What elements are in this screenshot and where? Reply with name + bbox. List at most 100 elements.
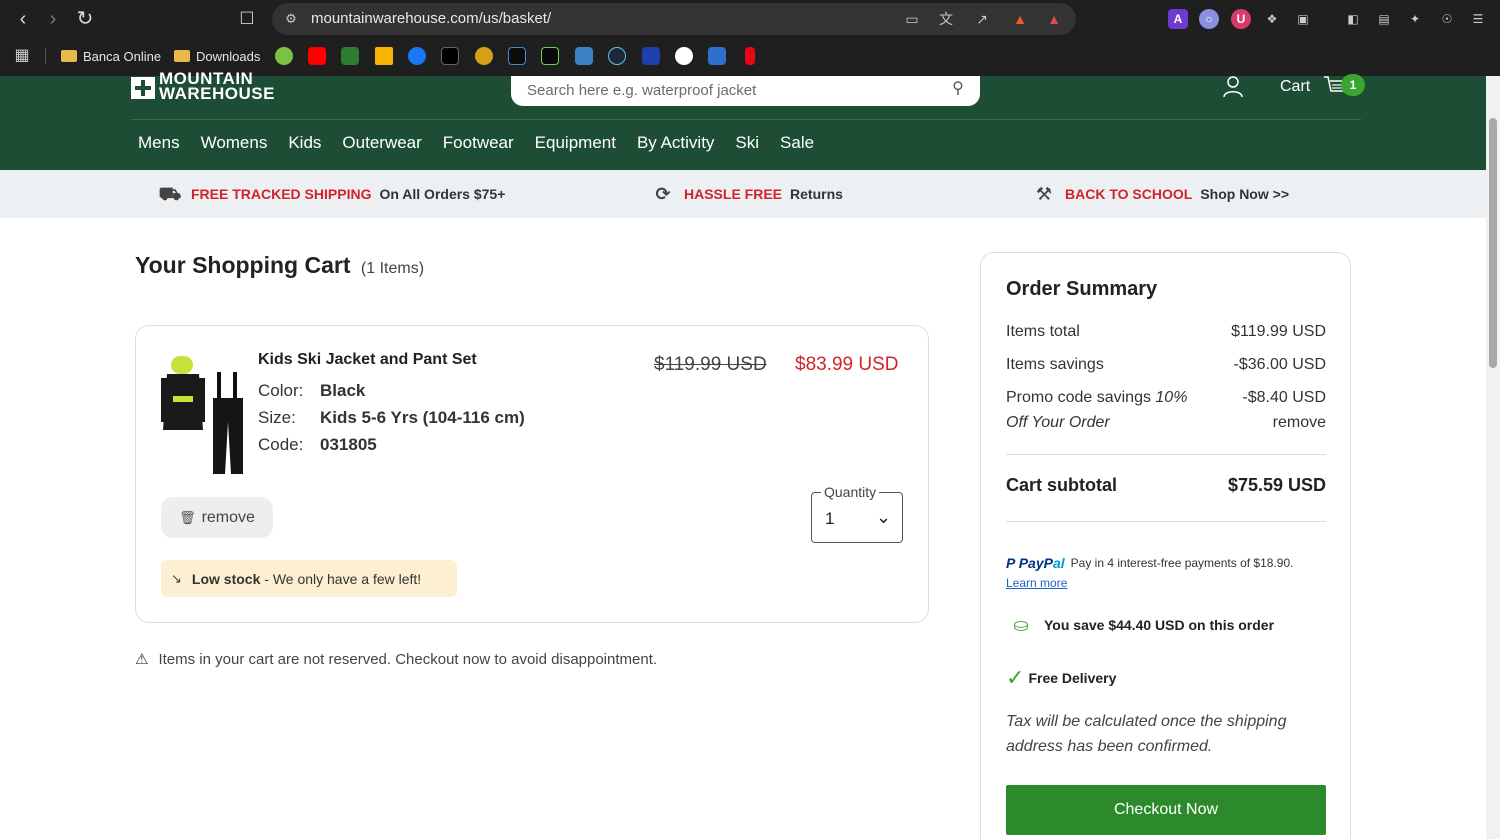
apps-icon[interactable]: ▦ xyxy=(12,46,32,66)
bookmark-favicon[interactable] xyxy=(642,47,660,65)
bookmark-favicon[interactable] xyxy=(275,47,293,65)
steam-icon[interactable] xyxy=(608,47,626,65)
extension-u-icon[interactable]: U xyxy=(1231,9,1251,29)
chevron-down-icon: ⌄ xyxy=(876,507,892,527)
promo-text: Shop Now >> xyxy=(1200,186,1289,202)
subtotal-row: Cart subtotal $75.59 USD xyxy=(1006,475,1326,496)
warning-icon: ⚠ xyxy=(135,651,149,668)
brave-shield-icon[interactable]: ▲ xyxy=(1010,9,1030,29)
translate-icon[interactable]: 文 xyxy=(936,9,956,29)
page-scrollbar[interactable] xyxy=(1486,76,1500,839)
checkmark-icon: ✓ xyxy=(1006,665,1025,690)
bookmark-icon[interactable]: ☐ xyxy=(236,8,258,30)
site-logo[interactable]: MOUNTAIN WAREHOUSE xyxy=(131,70,283,102)
delivery-text: Free Delivery xyxy=(1028,670,1117,686)
free-delivery: ✓ Free Delivery xyxy=(1006,665,1116,691)
nav-item-by-activity[interactable]: By Activity xyxy=(637,133,714,153)
bookmark-folder-banca[interactable]: Banca Online xyxy=(61,45,161,67)
subtotal-label: Cart subtotal xyxy=(1006,475,1118,495)
bookmark-favicon[interactable] xyxy=(708,47,726,65)
extensions-puzzle-icon[interactable]: ❖ xyxy=(1262,9,1282,29)
items-total-value: $119.99 USD xyxy=(1231,323,1326,340)
nav-item-sale[interactable]: Sale xyxy=(780,133,814,153)
checkout-button[interactable]: Checkout Now xyxy=(1006,785,1326,835)
wallet-icon[interactable]: ▤ xyxy=(1374,9,1394,29)
promo-savings-row: Promo code savings 10% Off Your Order -$… xyxy=(1006,389,1326,439)
bookmark-favicon[interactable] xyxy=(341,47,359,65)
promo-bar: ⛟ FREE TRACKED SHIPPING On All Orders $7… xyxy=(0,170,1486,218)
nav-item-equipment[interactable]: Equipment xyxy=(535,133,616,153)
account-icon[interactable] xyxy=(1222,76,1244,98)
product-code: Code: 031805 xyxy=(258,435,377,455)
extension-circle-icon[interactable]: ○ xyxy=(1199,9,1219,29)
search-input[interactable] xyxy=(527,77,937,103)
quantity-select[interactable]: Quantity 1 ⌄ xyxy=(811,484,903,543)
facebook-icon[interactable] xyxy=(408,47,426,65)
product-name[interactable]: Kids Ski Jacket and Pant Set xyxy=(258,351,477,369)
order-summary: Order Summary Items total $119.99 USD It… xyxy=(980,252,1351,839)
quantity-label: Quantity xyxy=(821,484,880,500)
remove-item-button[interactable]: 🗑 remove xyxy=(161,497,273,538)
savings-text: You save $44.40 USD on this order xyxy=(1044,617,1275,633)
menu-icon[interactable]: ☰ xyxy=(1468,9,1488,29)
extension-search-icon[interactable]: ▣ xyxy=(1293,9,1313,29)
share-icon[interactable]: ↗ xyxy=(972,9,992,29)
cast-icon[interactable]: ▭ xyxy=(902,9,922,29)
site-info-icon[interactable]: ⚙ xyxy=(282,10,300,28)
drive-icon[interactable] xyxy=(375,47,393,65)
promo-highlight: FREE TRACKED SHIPPING xyxy=(191,186,372,202)
nav-item-kids[interactable]: Kids xyxy=(288,133,321,153)
product-color: Color: Black xyxy=(258,381,365,401)
extension-a-icon[interactable]: A xyxy=(1168,9,1188,29)
product-image[interactable] xyxy=(161,352,245,476)
back-icon[interactable]: ‹ xyxy=(11,7,35,31)
promo-remove-link[interactable]: remove xyxy=(1273,414,1326,432)
netflix-icon[interactable] xyxy=(745,47,755,65)
bookmark-folder-downloads[interactable]: Downloads xyxy=(174,45,260,67)
cart-label: Cart xyxy=(1280,78,1311,95)
forward-icon[interactable]: › xyxy=(41,7,65,31)
color-value: Black xyxy=(320,381,366,400)
paypal-text: Pay in 4 interest-free payments of $18.9… xyxy=(1070,556,1294,570)
nav-item-footwear[interactable]: Footwear xyxy=(443,133,514,153)
items-savings-row: Items savings -$36.00 USD xyxy=(1006,356,1326,374)
color-label: Color: xyxy=(258,381,304,400)
search-icon[interactable]: ⚲ xyxy=(948,79,968,99)
site-header: MOUNTAIN WAREHOUSE ⚲ Cart 1 Mens Womens … xyxy=(0,70,1486,170)
promo-shipping[interactable]: ⛟ FREE TRACKED SHIPPING On All Orders $7… xyxy=(157,183,506,205)
promo-back-to-school[interactable]: ⚒ BACK TO SCHOOL Shop Now >> xyxy=(1031,183,1289,205)
size-label: Size: xyxy=(258,408,296,427)
summary-divider xyxy=(1006,454,1326,455)
promo-returns[interactable]: ⟳ HASSLE FREE Returns xyxy=(650,183,842,205)
x-icon[interactable] xyxy=(441,47,459,65)
sidebar-icon[interactable]: ◧ xyxy=(1343,9,1363,29)
scrollbar-thumb[interactable] xyxy=(1489,118,1497,368)
nav-item-mens[interactable]: Mens xyxy=(138,133,180,153)
bookmark-favicon[interactable] xyxy=(675,47,693,65)
paypal-learn-more-link[interactable]: Learn more xyxy=(1006,576,1067,590)
search-box[interactable]: ⚲ xyxy=(511,76,980,106)
leo-ai-icon[interactable]: ✦ xyxy=(1405,9,1425,29)
subtotal-value: $75.59 USD xyxy=(1227,475,1326,495)
address-bar[interactable]: ⚙ mountainwarehouse.com/us/basket/ ▭ 文 ↗… xyxy=(272,3,1076,35)
youtube-icon[interactable] xyxy=(308,47,326,65)
bookmarks-bar: ▦ Banca Online Downloads xyxy=(0,40,1500,72)
url-text[interactable]: mountainwarehouse.com/us/basket/ xyxy=(311,10,551,27)
promo-highlight: HASSLE FREE xyxy=(684,186,783,202)
brave-rewards-icon[interactable]: ▲ xyxy=(1044,9,1064,29)
bookmark-favicon[interactable] xyxy=(475,47,493,65)
nav-item-ski[interactable]: Ski xyxy=(735,133,759,153)
bookmark-favicon[interactable] xyxy=(541,47,559,65)
browser-chrome: ‹ › ↻ ☐ ⚙ mountainwarehouse.com/us/baske… xyxy=(0,0,1500,76)
stock-status: Low stock xyxy=(191,570,261,587)
nav-item-outerwear[interactable]: Outerwear xyxy=(342,133,421,153)
nav-item-womens[interactable]: Womens xyxy=(201,133,268,153)
vpn-icon[interactable]: ☉ xyxy=(1437,9,1457,29)
bookmark-favicon[interactable] xyxy=(575,47,593,65)
reload-icon[interactable]: ↻ xyxy=(73,7,97,31)
folder-icon xyxy=(61,50,77,62)
paypal-message: P PayPal Pay in 4 interest-free payments… xyxy=(1006,555,1293,571)
cart-item-count: (1 Items) xyxy=(360,260,425,277)
bookmark-favicon[interactable] xyxy=(508,47,526,65)
cart-link[interactable]: Cart xyxy=(1280,76,1310,98)
